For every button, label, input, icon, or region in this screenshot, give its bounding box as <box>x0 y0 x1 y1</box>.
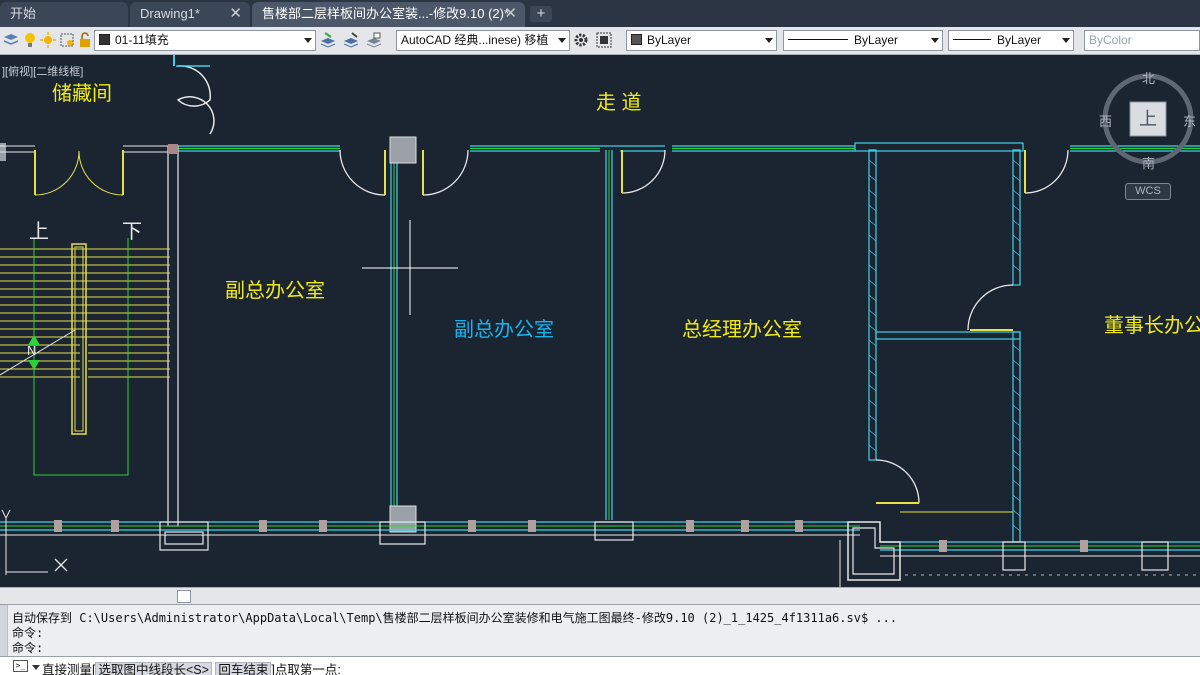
layer-color-swatch <box>99 34 110 45</box>
room-label-vice-office-2: 副总办公室 <box>454 319 554 341</box>
stair-up-label: 上 <box>29 221 49 243</box>
new-tab-button[interactable]: + <box>530 6 552 22</box>
tab-label: 开始 <box>10 6 37 21</box>
viewcube-top-face[interactable]: 上 <box>1139 105 1157 131</box>
linetype-preview <box>788 39 848 40</box>
horizontal-scrollbar[interactable] <box>0 587 1200 604</box>
linetype-value: ByLayer <box>854 33 899 47</box>
room-label-chairman-office: 董事长办公 <box>1104 315 1200 337</box>
room-label-corridor: 走 道 <box>596 92 642 114</box>
room-label-storage: 储藏间 <box>52 83 112 105</box>
drawing-area[interactable]: ][俯视][二维线框] 储藏间 走 道 副总办公室 副总办公室 总经理办公室 董… <box>0 55 1200 587</box>
lineweight-dropdown[interactable]: ByLayer <box>948 30 1074 51</box>
wcs-dropdown[interactable]: WCS <box>1125 183 1171 200</box>
make-current-layer-icon[interactable] <box>319 31 337 49</box>
scrollbar-thumb[interactable] <box>177 590 191 603</box>
tab-start[interactable]: 开始 <box>0 2 128 27</box>
option-select-segment[interactable]: 选取图中线段长<S> <box>95 662 212 675</box>
viewcube-east[interactable]: 东 <box>1183 111 1196 130</box>
floor-plan-drawing <box>0 55 1200 587</box>
chevron-down-icon <box>558 38 566 43</box>
color-dropdown[interactable]: ByLayer <box>626 30 777 51</box>
close-icon[interactable]: ✕ <box>504 2 517 26</box>
room-label-gm-office: 总经理办公室 <box>682 319 802 341</box>
lineweight-value: ByLayer <box>997 33 1042 47</box>
layer-previous-icon[interactable] <box>365 31 383 49</box>
tab-active-drawing[interactable]: 售楼部二层样板间办公室装...-修改9.10 (2)* ✕ <box>252 2 525 27</box>
chevron-down-icon <box>1062 38 1070 43</box>
terminal-icon[interactable]: >_ <box>13 660 28 672</box>
option-enter-finish[interactable]: 回车结束 <box>215 662 272 675</box>
chevron-down-icon <box>931 38 939 43</box>
tab-drawing1[interactable]: Drawing1* ✕ <box>130 2 250 27</box>
sun-icon[interactable] <box>39 31 57 49</box>
layer-dropdown[interactable]: 01-11填充 <box>94 30 316 51</box>
annotation-scale-dropdown[interactable]: AutoCAD 经典...inese) 移植 <box>396 30 570 51</box>
chevron-down-icon <box>765 38 773 43</box>
maximize-viewport-icon[interactable] <box>595 31 613 49</box>
stair-north-mark: N <box>27 343 37 358</box>
layer-manager-icon[interactable] <box>2 31 20 49</box>
stair-down-label: 下 <box>122 221 142 243</box>
color-swatch <box>631 34 642 45</box>
annotation-scale-value: AutoCAD 经典...inese) 移植 <box>401 33 549 47</box>
plotstyle-dropdown[interactable]: ByColor <box>1084 30 1200 51</box>
plotstyle-value: ByColor <box>1089 33 1132 47</box>
command-line[interactable]: >_ 直接测量[选取图中线段长<S> 回车结束]点取第一点: <box>0 656 1200 675</box>
gear-icon[interactable] <box>572 31 590 49</box>
properties-toolbar: 01-11填充 AutoCAD 经典...inese) 移植 ByLayer B… <box>0 27 1200 55</box>
viewcube-south[interactable]: 南 <box>1142 153 1155 172</box>
lineweight-preview <box>953 39 991 40</box>
tab-label: Drawing1* <box>140 6 200 21</box>
room-label-vice-office-1: 副总办公室 <box>225 280 325 302</box>
layer-name: 01-11填充 <box>115 33 169 47</box>
chevron-down-icon <box>304 38 312 43</box>
chevron-down-icon[interactable] <box>32 665 40 670</box>
match-layer-icon[interactable] <box>342 31 360 49</box>
command-history-line: 命令: <box>12 641 44 655</box>
lightbulb-icon[interactable] <box>21 31 39 49</box>
color-value: ByLayer <box>647 33 692 47</box>
tab-label: 售楼部二层样板间办公室装...-修改9.10 (2)* <box>262 6 510 21</box>
lock-icon[interactable] <box>76 31 94 49</box>
viewport-freeze-icon[interactable] <box>58 31 76 49</box>
document-tab-bar: 开始 Drawing1* ✕ 售楼部二层样板间办公室装...-修改9.10 (2… <box>0 0 1200 27</box>
autocad-window: 开始 Drawing1* ✕ 售楼部二层样板间办公室装...-修改9.10 (2… <box>0 0 1200 675</box>
linetype-dropdown[interactable]: ByLayer <box>783 30 943 51</box>
command-prompt-text: 直接测量[选取图中线段长<S> 回车结束]点取第一点: <box>42 659 341 675</box>
viewcube-west[interactable]: 西 <box>1099 111 1112 130</box>
close-icon[interactable]: ✕ <box>229 2 242 26</box>
prompt-suffix: ]点取第一点: <box>271 663 341 675</box>
command-history: 自动保存到 C:\Users\Administrator\AppData\Loc… <box>0 604 1200 657</box>
command-history-line: 自动保存到 C:\Users\Administrator\AppData\Loc… <box>12 611 898 625</box>
command-window-grip[interactable] <box>0 605 8 657</box>
prompt-prefix: 直接测量[ <box>42 663 96 675</box>
viewcube-north[interactable]: 北 <box>1142 68 1155 87</box>
